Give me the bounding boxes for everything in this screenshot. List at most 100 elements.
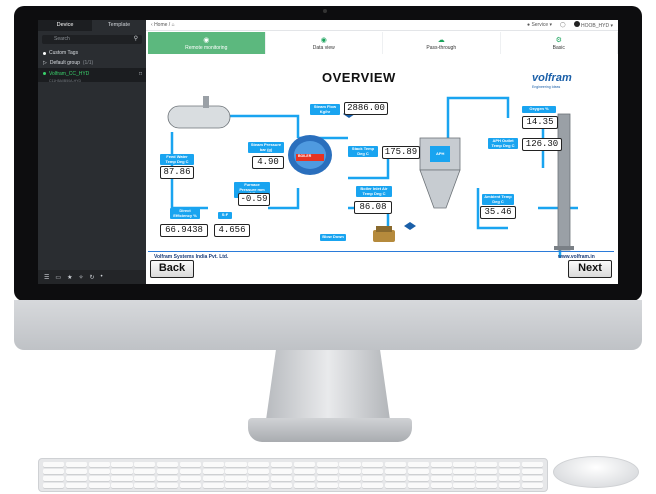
keyboard-key xyxy=(453,462,475,468)
keyboard-key xyxy=(202,468,224,475)
device-id: C11H5A0B50A-HYD xyxy=(49,79,82,83)
avatar xyxy=(573,21,580,27)
keyboard-key xyxy=(88,482,110,488)
tab-basic[interactable]: ⚙ Basic xyxy=(501,32,618,54)
keyboard-key xyxy=(270,482,293,488)
tab-template[interactable]: Template xyxy=(92,20,146,31)
keyboard-key xyxy=(430,468,452,475)
help-icon[interactable]: ◯ xyxy=(560,22,566,28)
star-icon[interactable]: ★ xyxy=(67,274,72,281)
settings-icon[interactable]: • xyxy=(101,274,103,280)
boiler-schematic xyxy=(167,96,578,258)
aph-outlet-label: APH Outlet Temp Deg C xyxy=(488,138,518,149)
tab-device[interactable]: Device xyxy=(38,20,92,31)
keyboard-key xyxy=(111,482,133,488)
keyboard-key xyxy=(362,462,384,468)
keyboard-key xyxy=(407,475,430,482)
search-icon[interactable]: ⚲ xyxy=(134,35,138,44)
device-menu-icon[interactable]: □ xyxy=(139,69,142,79)
keyboard-key xyxy=(521,482,543,488)
keyboard-key xyxy=(339,482,361,488)
stack-temp-value: 175.89 xyxy=(382,146,420,159)
feed-water-value: 87.86 xyxy=(160,166,194,179)
keyboard-key xyxy=(293,462,316,468)
sidebar-item-default-group[interactable]: ▷ Default group (1/1) xyxy=(38,58,146,68)
keyboard-key xyxy=(179,468,202,475)
blow-down-pump xyxy=(373,226,395,242)
breadcrumb[interactable]: Home xyxy=(154,22,167,28)
top-bar-right: ● Service ▾ ◯ HOOB_HYD ▾ xyxy=(527,21,613,29)
list-icon[interactable]: ☰ xyxy=(44,274,49,281)
keyboard-key xyxy=(156,468,179,475)
keyboard-key xyxy=(43,462,65,468)
keyboard-key xyxy=(270,468,293,475)
keyboard-key xyxy=(384,462,407,468)
tab-label: Basic xyxy=(552,45,565,51)
keyboard-key xyxy=(248,468,270,475)
keyboard-key xyxy=(339,462,361,468)
folder-icon[interactable]: ▭ xyxy=(55,274,61,281)
brand-logo: volfram xyxy=(532,72,572,84)
sidebar-item-custom-tags[interactable]: Custom Tags xyxy=(38,48,146,58)
keyboard-key xyxy=(476,468,498,475)
keyboard-key xyxy=(225,482,247,488)
keyboard-key xyxy=(111,468,133,475)
refresh-icon[interactable]: ↻ xyxy=(89,274,94,281)
user-name: HOOB_HYD xyxy=(581,23,610,29)
search-input[interactable]: Search ⚲ xyxy=(42,35,142,44)
keyboard-key xyxy=(498,475,521,482)
service-menu[interactable]: ● Service ▾ xyxy=(527,22,552,28)
direct-efficiency-value: 66.9438 xyxy=(160,224,208,237)
keyboard-key xyxy=(65,462,88,468)
monitor-stand xyxy=(266,350,390,420)
user-menu[interactable]: HOOB_HYD ▾ xyxy=(573,21,613,29)
keyboard-key xyxy=(430,462,452,468)
online-status-icon xyxy=(43,72,46,75)
keyboard-key xyxy=(248,475,270,482)
keyboard-key xyxy=(156,462,179,468)
keyboard-key xyxy=(316,462,338,468)
sidebar-item-device[interactable]: Volfram_CC_HYD C11H5A0B50A-HYD □ xyxy=(38,68,146,83)
service-label: Service xyxy=(531,22,549,28)
tab-pass-through[interactable]: ☁ Pass-through xyxy=(383,32,501,54)
keyboard-key xyxy=(293,468,316,475)
function-tabs: ◉ Remote monitoring ◉ Data view ☁ Pass-t… xyxy=(148,32,618,54)
keyboard-key xyxy=(316,468,338,475)
tab-data-view[interactable]: ◉ Data view xyxy=(266,32,383,54)
scada-panel: OVERVIEW volfram Engineering Ideas Steam… xyxy=(148,58,614,282)
keyboard-key xyxy=(430,482,452,488)
keyboard-key xyxy=(270,475,293,482)
keyboard-key xyxy=(43,475,65,482)
keyboard-key xyxy=(225,468,247,475)
back-button[interactable]: Back xyxy=(150,260,194,278)
user-icon: ● xyxy=(527,22,531,28)
device-info: Volfram_CC_HYD C11H5A0B50A-HYD xyxy=(49,69,89,83)
keyboard-key xyxy=(134,462,156,468)
keyboard-key xyxy=(476,475,498,482)
folder-icon: ▷ xyxy=(43,60,47,66)
tab-label: Remote monitoring xyxy=(185,45,228,51)
steam-flow-value: 2886.00 xyxy=(344,102,388,115)
share-icon[interactable]: ✧ xyxy=(78,274,83,281)
group-count: (1/1) xyxy=(82,60,94,66)
tab-remote-monitoring[interactable]: ◉ Remote monitoring xyxy=(148,32,266,54)
next-button[interactable]: Next xyxy=(568,260,612,278)
keyboard-key xyxy=(202,475,224,482)
tab-label: Pass-through xyxy=(426,45,457,51)
tag-icon xyxy=(43,51,46,55)
keyboard-key xyxy=(65,475,88,482)
keyboard-key xyxy=(316,482,338,488)
keyboard-key xyxy=(384,482,407,488)
keyboard-key xyxy=(179,475,202,482)
keyboard-key xyxy=(225,462,247,468)
keyboard-key xyxy=(453,475,475,482)
monitor-foot xyxy=(248,418,412,442)
blow-down-label: Blow Down xyxy=(320,234,346,241)
keyboard-key xyxy=(88,475,110,482)
boiler-inlet-value: 86.08 xyxy=(354,201,392,214)
keyboard-key xyxy=(111,462,133,468)
keyboard-key xyxy=(476,462,498,468)
tab-label: Data view xyxy=(312,45,335,51)
keyboard-key xyxy=(407,482,430,488)
keyboard-key xyxy=(407,462,430,468)
